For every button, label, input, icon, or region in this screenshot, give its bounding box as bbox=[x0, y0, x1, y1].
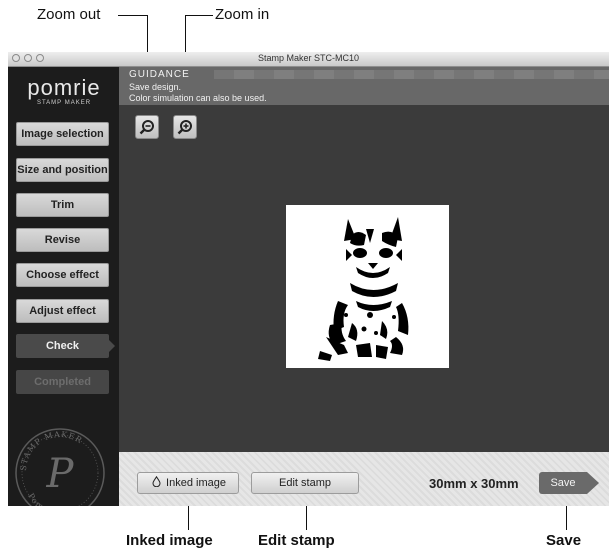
callout-line-zoom-in-h bbox=[185, 15, 213, 16]
sidebar-item-image-selection[interactable]: Image selection bbox=[16, 122, 109, 146]
callout-line-zoom-out-h bbox=[118, 15, 148, 16]
svg-text:P: P bbox=[46, 451, 75, 497]
edit-stamp-label: Edit stamp bbox=[279, 477, 331, 489]
stamp-size-text: 30mm x 30mm bbox=[429, 476, 519, 491]
sidebar-item-revise[interactable]: Revise bbox=[16, 228, 109, 252]
save-button-arrow[interactable] bbox=[587, 472, 599, 494]
sidebar-item-completed: Completed bbox=[16, 370, 109, 394]
callout-inked-image: Inked image bbox=[126, 532, 213, 549]
preview-area bbox=[119, 105, 609, 452]
bottom-action-bar: Inked image Edit stamp 30mm x 30mm Save bbox=[119, 452, 609, 506]
zoom-in-icon bbox=[177, 120, 192, 135]
inked-image-button[interactable]: Inked image bbox=[137, 472, 239, 494]
pomrie-seal-logo: STAMP MAKER P Pomrie bbox=[15, 428, 105, 506]
sidebar-item-check[interactable]: Check bbox=[16, 334, 109, 358]
callout-zoom-in: Zoom in bbox=[215, 6, 270, 23]
ink-drop-icon bbox=[150, 473, 162, 493]
sidebar-item-size-and-position[interactable]: Size and position bbox=[16, 158, 109, 182]
app-window: Stamp Maker STC-MC10 pomrie STAMP MAKER … bbox=[8, 52, 609, 506]
callout-save: Save bbox=[546, 532, 582, 549]
zoom-out-icon bbox=[139, 120, 154, 135]
zoom-in-button[interactable] bbox=[173, 115, 197, 139]
guidance-title: GUIDANCE bbox=[129, 69, 190, 80]
guidance-line-2: Color simulation can also be used. bbox=[129, 93, 267, 103]
guidance-panel: GUIDANCE Save design. Color simulation c… bbox=[119, 67, 609, 105]
save-button[interactable]: Save bbox=[539, 472, 587, 494]
callout-zoom-out: Zoom out bbox=[37, 6, 101, 23]
sidebar-item-choose-effect[interactable]: Choose effect bbox=[16, 263, 109, 287]
inked-image-label: Inked image bbox=[166, 477, 226, 489]
cat-stamp-image bbox=[318, 217, 409, 361]
sidebar: pomrie STAMP MAKER Image selection Size … bbox=[8, 67, 119, 506]
guidance-pattern-bar bbox=[214, 70, 609, 79]
edit-stamp-button[interactable]: Edit stamp bbox=[251, 472, 359, 494]
active-step-arrow bbox=[109, 340, 115, 352]
pomrie-logo: pomrie STAMP MAKER bbox=[24, 75, 104, 107]
sidebar-item-trim[interactable]: Trim bbox=[16, 193, 109, 217]
title-bar: Stamp Maker STC-MC10 bbox=[8, 52, 609, 67]
callout-edit-stamp: Edit stamp bbox=[258, 532, 335, 549]
stamp-preview bbox=[286, 205, 449, 368]
logo-subtitle: STAMP MAKER bbox=[36, 100, 92, 106]
zoom-out-button[interactable] bbox=[135, 115, 159, 139]
sidebar-item-adjust-effect[interactable]: Adjust effect bbox=[16, 299, 109, 323]
guidance-line-1: Save design. bbox=[129, 82, 182, 92]
logo-name: pomrie bbox=[27, 75, 101, 100]
window-title: Stamp Maker STC-MC10 bbox=[257, 53, 360, 63]
